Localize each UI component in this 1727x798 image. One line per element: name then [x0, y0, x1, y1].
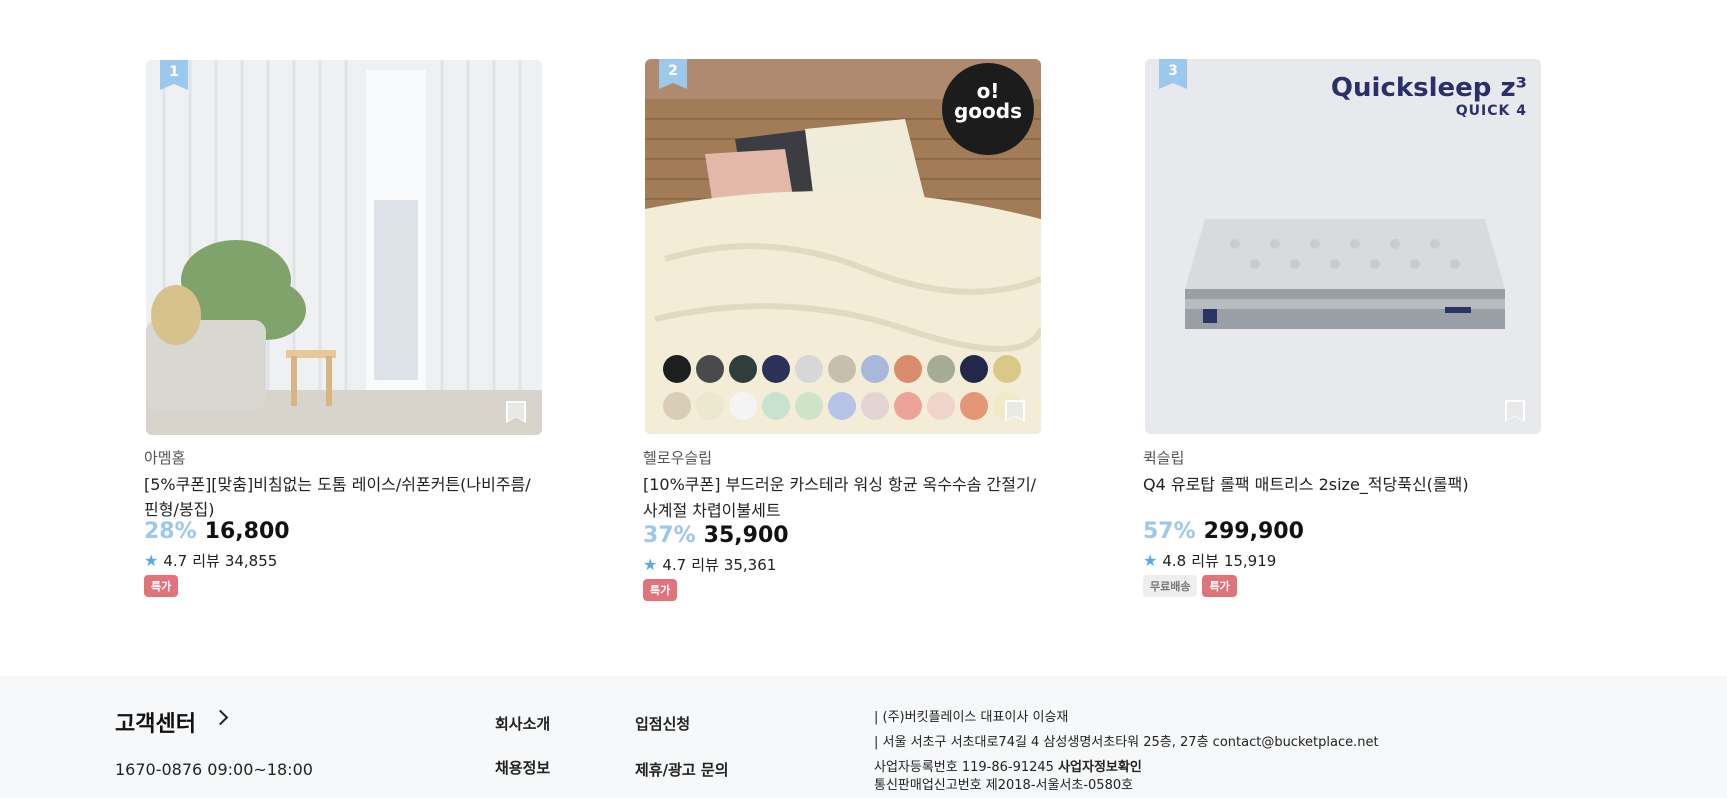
sale-badge: 특가: [1202, 575, 1237, 597]
discount-rate: 37%: [643, 523, 696, 548]
product-image-bedding[interactable]: o! goods 2: [645, 59, 1041, 434]
company-address-line: | 서울 서초구 서초대로74길 4 삼성생명서초타워 25층, 27층 con…: [874, 735, 1379, 750]
review-label: 리뷰: [1191, 552, 1219, 570]
footer-link-partner[interactable]: 제휴/광고 문의: [635, 759, 729, 780]
footer-link-careers[interactable]: 채용정보: [495, 757, 550, 778]
review-count: 34,855: [224, 551, 278, 570]
star-icon: ★: [643, 555, 658, 574]
footer-link-apply[interactable]: 입점신청: [635, 713, 690, 734]
site-footer: 고객센터 1670-0876 09:00~18:00 회사소개 채용정보 입점신…: [0, 676, 1727, 798]
rating-row: ★ 4.7 리뷰 35,361: [643, 554, 776, 575]
mail-order-number: 통신판매업신고번호 제2018-서울서초-0580호: [874, 778, 1134, 793]
business-number-line: 사업자등록번호 119-86-91245 사업자정보확인: [874, 756, 1142, 775]
rating-value: 4.8: [1162, 551, 1187, 570]
product-image-mattress[interactable]: Quicksleep z³ QUICK 4 3: [1145, 59, 1541, 434]
customer-center-link[interactable]: 고객센터: [115, 706, 196, 738]
business-number: 사업자등록번호 119-86-91245: [874, 760, 1054, 775]
chevron-right-icon[interactable]: [212, 709, 229, 726]
review-label: 리뷰: [691, 556, 719, 574]
rating-value: 4.7: [662, 555, 687, 574]
price-row: 28% 16,800: [144, 519, 290, 544]
product-title[interactable]: [5%쿠폰][맞춤]비침없는 도톰 레이스/쉬폰커튼(나비주름/핀형/봉집): [144, 472, 544, 522]
curtain-photo: [146, 60, 542, 435]
badge-list: 무료배송 특가: [1143, 575, 1237, 597]
rating-row: ★ 4.8 리뷰 15,919: [1143, 550, 1276, 571]
product-image-curtain[interactable]: 1: [146, 60, 542, 435]
badge-list: 특가: [144, 575, 179, 597]
price-row: 57% 299,900: [1143, 519, 1304, 544]
price: 35,900: [703, 523, 789, 548]
star-icon: ★: [144, 551, 159, 570]
price: 16,800: [204, 519, 290, 544]
company-address-text: 서울 서초구 서초대로74길 4 삼성생명서초타워 25층, 27층 conta…: [882, 735, 1379, 750]
company-ceo-text: (주)버킷플레이스 대표이사 이승재: [882, 710, 1069, 725]
review-count: 35,361: [723, 555, 777, 574]
logo-text-bottom: goods: [953, 99, 1023, 123]
customer-center-hours: 1670-0876 09:00~18:00: [115, 760, 313, 779]
review-label: 리뷰: [192, 552, 220, 570]
rating-value: 4.7: [163, 551, 188, 570]
company-ceo-line: | (주)버킷플레이스 대표이사 이승재: [874, 710, 1069, 725]
product-brand[interactable]: 헬로우슬립: [643, 447, 712, 468]
logo-text-top: o!: [976, 79, 1000, 103]
discount-rate: 28%: [144, 519, 197, 544]
product-title[interactable]: [10%쿠폰] 부드러운 카스테라 워싱 항균 옥수수솜 간절기/사계절 차렵이…: [643, 472, 1043, 524]
logo-line-1: Quicksleep z³: [1330, 73, 1527, 103]
price-row: 37% 35,900: [643, 523, 789, 548]
product-title[interactable]: Q4 유로탑 롤팩 매트리스 2size_적당푹신(롤팩): [1143, 472, 1543, 497]
footer-link-about[interactable]: 회사소개: [495, 713, 550, 734]
review-count: 15,919: [1223, 551, 1277, 570]
badge-list: 특가: [643, 579, 678, 601]
product-brand[interactable]: 퀵슬립: [1143, 447, 1184, 468]
sale-badge: 특가: [643, 579, 678, 601]
star-icon: ★: [1143, 551, 1158, 570]
ogoods-logo: o! goods: [945, 81, 1031, 121]
logo-line-2: QUICK 4: [1455, 103, 1527, 119]
free-shipping-badge: 무료배송: [1143, 575, 1198, 597]
product-brand[interactable]: 아멤홈: [144, 447, 185, 468]
rating-row: ★ 4.7 리뷰 34,855: [144, 550, 277, 571]
sale-badge: 특가: [144, 575, 179, 597]
business-info-link[interactable]: 사업자정보확인: [1058, 760, 1142, 775]
discount-rate: 57%: [1143, 519, 1196, 544]
price: 299,900: [1203, 519, 1304, 544]
quicksleep-logo: Quicksleep z³ QUICK 4: [1331, 73, 1527, 119]
